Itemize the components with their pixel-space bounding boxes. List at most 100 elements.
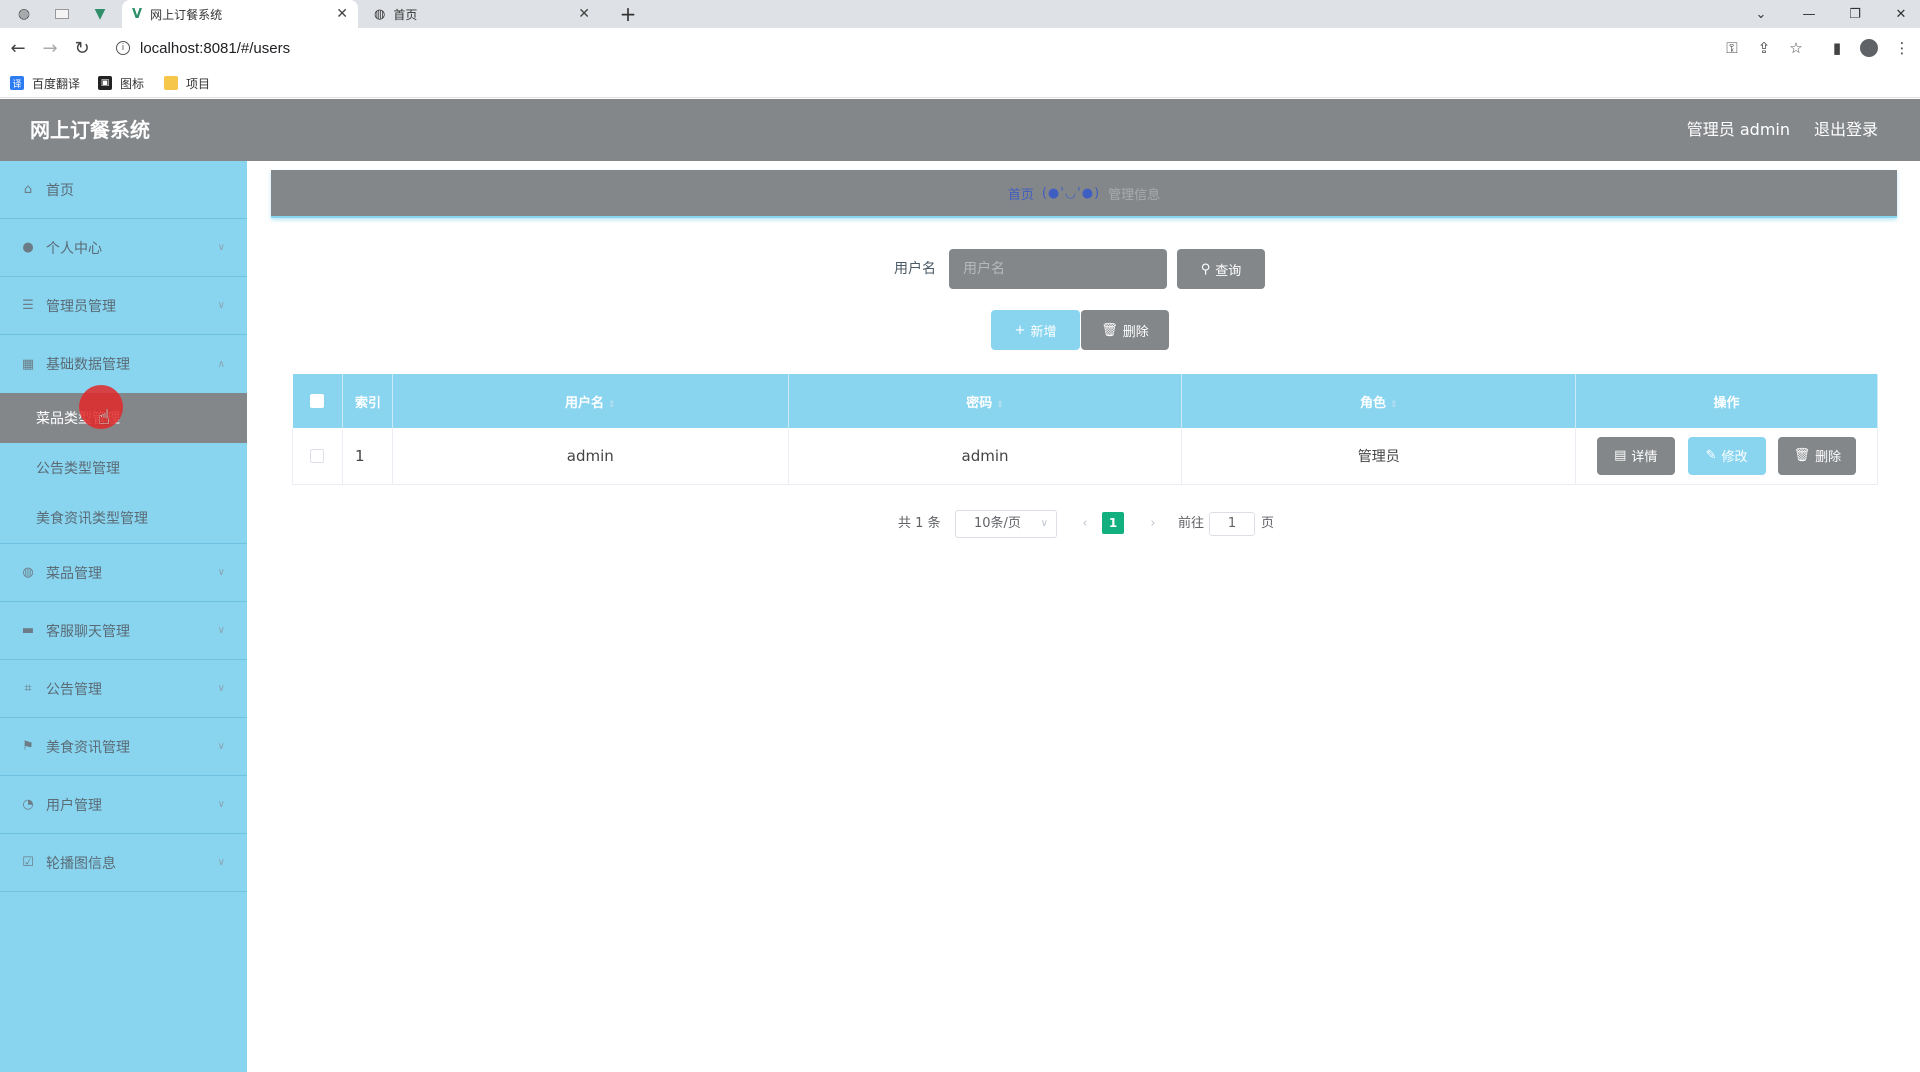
sort-icon[interactable]: ⇕ bbox=[996, 400, 1004, 410]
forward-button[interactable]: → bbox=[36, 34, 64, 62]
sidebar-item-label: 轮播图信息 bbox=[46, 855, 116, 872]
prev-page-button[interactable]: ‹ bbox=[1073, 512, 1097, 536]
breadcrumb-home[interactable]: 首页 bbox=[1008, 184, 1034, 203]
page-size-select[interactable]: 10条/页 ∨ bbox=[955, 510, 1057, 538]
sidebar-item-label: 个人中心 bbox=[46, 240, 102, 257]
delete-button[interactable]: 🗑 删除 bbox=[1778, 436, 1857, 475]
star-icon[interactable]: ☆ bbox=[1784, 36, 1808, 60]
main-content: 首页 (●'◡'●) 管理信息 用户名 ⚲ 查询 + 新增 🗑 删除 索引 用户… bbox=[247, 161, 1920, 1072]
edit-icon: ✎ bbox=[1705, 448, 1717, 464]
key-icon[interactable]: ⚿ bbox=[1720, 36, 1744, 60]
tab-home[interactable]: ◍ 首页 ✕ bbox=[364, 0, 600, 28]
breadcrumb-current: 管理信息 bbox=[1108, 187, 1161, 203]
submenu-base-data: 菜品类型管理 公告类型管理 美食资讯类型管理 bbox=[0, 393, 247, 544]
close-icon[interactable]: ✕ bbox=[578, 6, 590, 22]
column-label: 用户名 bbox=[565, 395, 605, 411]
page-suffix: 页 bbox=[1261, 516, 1275, 531]
bookmark-icons[interactable]: ▣ 图标 bbox=[98, 74, 144, 92]
sidebar-item-home[interactable]: ⌂ 首页 bbox=[0, 161, 247, 219]
goto-page-input[interactable]: 1 bbox=[1209, 512, 1255, 536]
chevron-down-icon: ∨ bbox=[217, 300, 225, 311]
bookmark-project[interactable]: 项目 bbox=[164, 74, 210, 92]
detail-button[interactable]: ▤ 详情 bbox=[1596, 436, 1675, 475]
sidebar: ⌂ 首页 ● 个人中心 ∨ ☰ 管理员管理 ∨ ▦ 基础数据管理 ∧ 菜品类型管… bbox=[0, 161, 247, 1072]
sidebar-item-profile[interactable]: ● 个人中心 ∨ bbox=[0, 219, 247, 277]
select-all-checkbox[interactable] bbox=[310, 394, 325, 408]
sidebar-item-label: 基础数据管理 bbox=[46, 357, 130, 373]
next-page-button[interactable]: › bbox=[1141, 512, 1165, 536]
search-input[interactable] bbox=[949, 249, 1167, 289]
close-window-button[interactable]: ✕ bbox=[1878, 0, 1920, 28]
sidebar-item-label: 美食资讯管理 bbox=[46, 739, 130, 756]
sidebar-item-users[interactable]: ◔ 用户管理 ∨ bbox=[0, 776, 247, 834]
restore-button[interactable]: ❐ bbox=[1832, 0, 1878, 28]
reload-button[interactable]: ↻ bbox=[68, 34, 96, 62]
search-label: 用户名 bbox=[894, 261, 936, 277]
share-icon[interactable]: ⇪ bbox=[1752, 36, 1776, 60]
user-icon: ● bbox=[22, 240, 34, 255]
select-all-cell bbox=[292, 374, 343, 428]
tab-search-button[interactable]: ⌄ bbox=[1738, 0, 1784, 28]
search-form: 用户名 ⚲ 查询 bbox=[247, 249, 1920, 289]
menu-kebab-icon[interactable]: ⋮ bbox=[1890, 36, 1914, 60]
home-icon: ⌂ bbox=[23, 182, 33, 197]
sort-icon[interactable]: ⇕ bbox=[608, 400, 616, 410]
edit-button[interactable]: ✎ 修改 bbox=[1687, 436, 1766, 475]
sidebar-item-base-data[interactable]: ▦ 基础数据管理 ∧ bbox=[0, 335, 247, 393]
sidebar-item-admins[interactable]: ☰ 管理员管理 ∨ bbox=[0, 277, 247, 335]
bookmark-label: 图标 bbox=[120, 76, 145, 91]
column-header-password[interactable]: 密码 ⇕ bbox=[788, 374, 1183, 428]
logout-link[interactable]: 退出登录 bbox=[1814, 99, 1878, 161]
pinned-tab-globe[interactable]: ◍ bbox=[8, 0, 40, 28]
pinned-tab-blank[interactable] bbox=[46, 0, 78, 28]
blank-page-icon bbox=[55, 9, 69, 19]
chevron-down-icon: ∨ bbox=[217, 625, 225, 636]
profile-avatar-icon[interactable] bbox=[1857, 36, 1881, 60]
row-checkbox[interactable] bbox=[310, 449, 325, 464]
crop-icon: ⌗ bbox=[24, 681, 32, 696]
cell-username: admin bbox=[392, 428, 789, 485]
pinned-tab-vue[interactable]: ▼ bbox=[84, 0, 116, 28]
back-button[interactable]: ← bbox=[4, 34, 32, 62]
minimize-button[interactable]: — bbox=[1786, 0, 1832, 28]
column-header-role[interactable]: 角色 ⇕ bbox=[1181, 374, 1577, 428]
page-number-current[interactable]: 1 bbox=[1102, 512, 1124, 534]
sidebar-item-dishes[interactable]: ◍ 菜品管理 ∨ bbox=[0, 544, 247, 602]
folder-icon bbox=[164, 76, 178, 90]
address-bar[interactable]: i localhost:8081/#/users bbox=[106, 33, 1746, 63]
sidebar-item-notices[interactable]: ⌗ 公告管理 ∨ bbox=[0, 660, 247, 718]
vue-logo-icon: V bbox=[132, 6, 143, 22]
column-header-actions: 操作 bbox=[1575, 374, 1878, 428]
document-icon: ▤ bbox=[1614, 448, 1627, 464]
side-panel-icon[interactable]: ▮ bbox=[1825, 36, 1849, 60]
arrow-left-icon: ← bbox=[10, 37, 26, 59]
chevron-down-icon: ∨ bbox=[217, 857, 225, 868]
edit-label: 修改 bbox=[1721, 450, 1748, 466]
sidebar-item-food-news[interactable]: ⚑ 美食资讯管理 ∨ bbox=[0, 718, 247, 776]
bookmark-label: 项目 bbox=[186, 76, 211, 91]
chevron-up-icon: ∧ bbox=[217, 358, 225, 370]
submenu-item-food-news-type[interactable]: 美食资讯类型管理 bbox=[0, 493, 247, 543]
list-icon: ☰ bbox=[22, 298, 34, 313]
chevron-down-icon: ∨ bbox=[217, 799, 225, 810]
sort-icon[interactable]: ⇕ bbox=[1390, 400, 1398, 410]
bulk-delete-button[interactable]: 🗑 删除 bbox=[1081, 310, 1169, 350]
add-button[interactable]: + 新增 bbox=[991, 310, 1080, 350]
sidebar-item-label: 用户管理 bbox=[46, 797, 102, 814]
tab-active[interactable]: V 网上订餐系统 ✕ bbox=[122, 0, 358, 28]
cell-password: admin bbox=[788, 428, 1183, 485]
submenu-item-notice-type[interactable]: 公告类型管理 bbox=[0, 443, 247, 493]
column-header-username[interactable]: 用户名 ⇕ bbox=[392, 374, 789, 428]
sidebar-item-carousel[interactable]: ☑ 轮播图信息 ∨ bbox=[0, 834, 247, 892]
delete-label: 删除 bbox=[1815, 450, 1842, 466]
search-button[interactable]: ⚲ 查询 bbox=[1177, 249, 1265, 289]
goto-label: 前往 bbox=[1178, 516, 1205, 531]
bookmark-baidu-translate[interactable]: 译 百度翻译 bbox=[10, 74, 80, 92]
new-tab-button[interactable]: + bbox=[614, 0, 642, 28]
plus-icon: + bbox=[1014, 322, 1026, 338]
submenu-item-dish-type[interactable]: 菜品类型管理 bbox=[0, 393, 247, 443]
info-icon[interactable]: i bbox=[116, 41, 130, 55]
close-icon[interactable]: ✕ bbox=[336, 6, 348, 22]
sidebar-item-chat[interactable]: ▬ 客服聊天管理 ∨ bbox=[0, 602, 247, 660]
sidebar-item-label: 管理员管理 bbox=[46, 298, 116, 315]
